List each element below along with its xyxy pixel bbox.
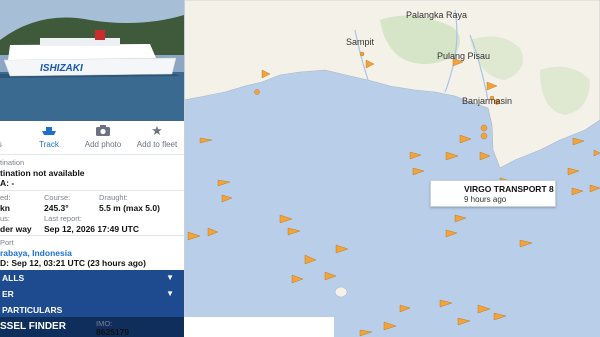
photo-caption: ISHIZAKI	[40, 63, 83, 74]
vessel-tooltip[interactable]: VIRGO TRANSPORT 8 9 hours ago	[430, 180, 556, 207]
last-port-link[interactable]: rabaya, Indonesia	[0, 248, 72, 258]
last-port-label: Port	[0, 238, 14, 247]
vessel-name: VIRGO TRANSPORT 8	[464, 184, 554, 194]
anchored-vessel-marker	[480, 124, 488, 132]
draught-value: 5.5 m (max 5.0)	[99, 203, 160, 213]
tab-details-label: ls	[0, 140, 2, 149]
tab-track-label: Track	[39, 140, 59, 149]
course-label: Course:	[44, 193, 71, 202]
place-label: Sampit	[346, 37, 375, 47]
imo-value: 8625179	[96, 327, 130, 337]
ship-icon	[26, 124, 72, 138]
place-label: Palangka Raya	[406, 10, 468, 20]
anchored-vessel-marker	[359, 51, 365, 57]
anchored-vessel-marker	[254, 89, 260, 95]
tab-add-photo-label: Add photo	[84, 140, 122, 149]
anchored-vessel-marker	[480, 132, 488, 140]
vessel-panel: ISHIZAKI ls Track Add photo ★ Add to fle…	[0, 0, 185, 337]
destination-value: tination not available	[0, 168, 85, 178]
section-port-calls-label: ALLS	[2, 273, 25, 283]
island	[334, 286, 348, 298]
place-label: Banjarmasin	[462, 96, 513, 106]
eta-value: A: -	[0, 178, 15, 188]
tab-add-photo[interactable]: Add photo	[80, 124, 126, 149]
chevron-down-icon: ▼	[166, 289, 174, 298]
place-label: Pulang Pisau	[437, 51, 491, 61]
destination-label: tination	[0, 158, 25, 167]
section-weather-label: ER	[2, 289, 14, 299]
section-weather[interactable]: ER ▼	[0, 286, 184, 302]
section-particulars-label: PARTICULARS	[2, 305, 63, 315]
section-particulars[interactable]: PARTICULARS	[0, 302, 184, 318]
speed-value: kn	[0, 203, 10, 213]
chevron-down-icon: ▼	[166, 273, 174, 282]
status-label: us:	[0, 214, 11, 223]
tab-add-to-fleet[interactable]: ★ Add to fleet	[134, 124, 180, 149]
status-value: der way	[0, 224, 32, 234]
tab-add-to-fleet-label: Add to fleet	[136, 140, 178, 149]
star-icon: ★	[151, 123, 163, 138]
imo-card: IMO: 8625179	[96, 317, 334, 337]
last-report-value: Sep 12, 2026 17:49 UTC	[44, 224, 139, 234]
tab-track[interactable]: Track	[26, 124, 72, 149]
info-icon	[0, 124, 22, 138]
course-value: 245.3°	[44, 203, 69, 213]
atd-value: D: Sep 12, 03:21 UTC (23 hours ago)	[0, 258, 146, 268]
vessel-finder-label: SSEL FINDER	[0, 321, 66, 332]
vessel-photo[interactable]: ISHIZAKI	[0, 0, 184, 121]
last-report-label: Last report:	[44, 214, 82, 223]
tab-details[interactable]: ls	[0, 124, 22, 149]
section-port-calls[interactable]: ALLS ▼	[0, 270, 184, 286]
draught-label: Draught:	[99, 193, 128, 202]
camera-icon	[80, 124, 126, 138]
vessel-finder-bar: SSEL FINDER	[0, 317, 184, 337]
speed-label: ed:	[0, 193, 11, 202]
vessel-last-seen: 9 hours ago	[464, 195, 507, 204]
panel-actions: ls Track Add photo ★ Add to fleet	[0, 124, 184, 154]
